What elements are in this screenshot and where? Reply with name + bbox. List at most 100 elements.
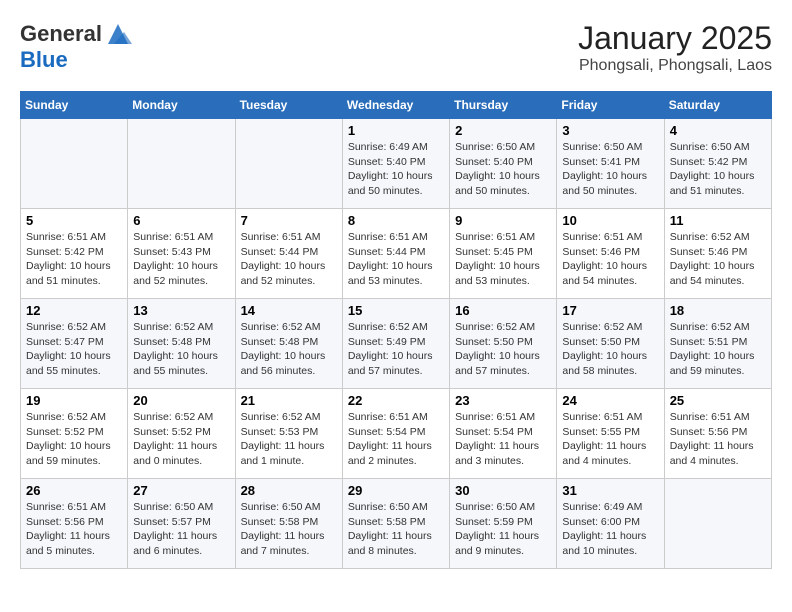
day-number: 7 (241, 213, 337, 228)
day-number: 14 (241, 303, 337, 318)
page-header: General Blue January 2025 Phongsali, Pho… (20, 20, 772, 75)
day-number: 30 (455, 483, 551, 498)
calendar-cell: 19 Sunrise: 6:52 AM Sunset: 5:52 PM Dayli… (21, 389, 128, 479)
day-info: Sunrise: 6:51 AM Sunset: 5:54 PM Dayligh… (455, 410, 551, 469)
calendar-cell: 4 Sunrise: 6:50 AM Sunset: 5:42 PM Daylig… (664, 119, 771, 209)
day-info: Sunrise: 6:50 AM Sunset: 5:40 PM Dayligh… (455, 140, 551, 199)
weekday-header-friday: Friday (557, 92, 664, 119)
weekday-header-sunday: Sunday (21, 92, 128, 119)
weekday-header-thursday: Thursday (450, 92, 557, 119)
title-block: January 2025 Phongsali, Phongsali, Laos (578, 20, 772, 75)
day-info: Sunrise: 6:52 AM Sunset: 5:50 PM Dayligh… (562, 320, 658, 379)
day-number: 24 (562, 393, 658, 408)
day-info: Sunrise: 6:51 AM Sunset: 5:56 PM Dayligh… (670, 410, 766, 469)
calendar-cell: 31 Sunrise: 6:49 AM Sunset: 6:00 PM Dayli… (557, 479, 664, 569)
day-info: Sunrise: 6:52 AM Sunset: 5:47 PM Dayligh… (26, 320, 122, 379)
day-number: 12 (26, 303, 122, 318)
logo-icon (104, 20, 132, 48)
calendar-cell: 15 Sunrise: 6:52 AM Sunset: 5:49 PM Dayli… (342, 299, 449, 389)
day-number: 19 (26, 393, 122, 408)
day-number: 4 (670, 123, 766, 138)
location-subtitle: Phongsali, Phongsali, Laos (578, 57, 772, 75)
day-number: 6 (133, 213, 229, 228)
calendar-cell (664, 479, 771, 569)
day-number: 18 (670, 303, 766, 318)
logo-general: General (20, 22, 102, 46)
calendar-cell: 17Sunrise: 6:52 AM Sunset: 5:50 PM Dayli… (557, 299, 664, 389)
day-number: 25 (670, 393, 766, 408)
day-number: 26 (26, 483, 122, 498)
day-number: 21 (241, 393, 337, 408)
day-number: 11 (670, 213, 766, 228)
calendar-cell: 30 Sunrise: 6:50 AM Sunset: 5:59 PM Dayli… (450, 479, 557, 569)
day-number: 22 (348, 393, 444, 408)
week-row-2: 5Sunrise: 6:51 AM Sunset: 5:42 PM Daylig… (21, 209, 772, 299)
calendar-cell: 27Sunrise: 6:50 AM Sunset: 5:57 PM Dayli… (128, 479, 235, 569)
calendar-cell: 23 Sunrise: 6:51 AM Sunset: 5:54 PM Dayli… (450, 389, 557, 479)
week-row-4: 19 Sunrise: 6:52 AM Sunset: 5:52 PM Dayli… (21, 389, 772, 479)
calendar-cell: 12 Sunrise: 6:52 AM Sunset: 5:47 PM Dayli… (21, 299, 128, 389)
day-info: Sunrise: 6:52 AM Sunset: 5:50 PM Dayligh… (455, 320, 551, 379)
day-info: Sunrise: 6:51 AM Sunset: 5:54 PM Dayligh… (348, 410, 444, 469)
day-info: Sunrise: 6:52 AM Sunset: 5:48 PM Dayligh… (133, 320, 229, 379)
calendar-cell: 2 Sunrise: 6:50 AM Sunset: 5:40 PM Daylig… (450, 119, 557, 209)
day-number: 5 (26, 213, 122, 228)
header-row: SundayMondayTuesdayWednesdayThursdayFrid… (21, 92, 772, 119)
calendar-cell: 8 Sunrise: 6:51 AM Sunset: 5:44 PM Daylig… (342, 209, 449, 299)
day-number: 2 (455, 123, 551, 138)
calendar-cell: 14 Sunrise: 6:52 AM Sunset: 5:48 PM Dayli… (235, 299, 342, 389)
calendar-cell: 10 Sunrise: 6:51 AM Sunset: 5:46 PM Dayli… (557, 209, 664, 299)
day-number: 16 (455, 303, 551, 318)
weekday-header-monday: Monday (128, 92, 235, 119)
calendar-cell: 28 Sunrise: 6:50 AM Sunset: 5:58 PM Dayli… (235, 479, 342, 569)
calendar-cell: 22 Sunrise: 6:51 AM Sunset: 5:54 PM Dayli… (342, 389, 449, 479)
day-number: 3 (562, 123, 658, 138)
day-info: Sunrise: 6:52 AM Sunset: 5:53 PM Dayligh… (241, 410, 337, 469)
calendar-cell (235, 119, 342, 209)
day-number: 9 (455, 213, 551, 228)
day-number: 23 (455, 393, 551, 408)
calendar-cell: 18 Sunrise: 6:52 AM Sunset: 5:51 PM Dayli… (664, 299, 771, 389)
calendar-cell: 25 Sunrise: 6:51 AM Sunset: 5:56 PM Dayli… (664, 389, 771, 479)
day-number: 15 (348, 303, 444, 318)
day-info: Sunrise: 6:50 AM Sunset: 5:42 PM Dayligh… (670, 140, 766, 199)
weekday-header-saturday: Saturday (664, 92, 771, 119)
day-info: Sunrise: 6:50 AM Sunset: 5:57 PM Dayligh… (133, 500, 229, 559)
day-info: Sunrise: 6:50 AM Sunset: 5:59 PM Dayligh… (455, 500, 551, 559)
calendar-cell (128, 119, 235, 209)
week-row-3: 12 Sunrise: 6:52 AM Sunset: 5:47 PM Dayli… (21, 299, 772, 389)
day-info: Sunrise: 6:49 AM Sunset: 6:00 PM Dayligh… (562, 500, 658, 559)
month-title: January 2025 (578, 20, 772, 57)
day-info: Sunrise: 6:51 AM Sunset: 5:55 PM Dayligh… (562, 410, 658, 469)
calendar-cell: 5Sunrise: 6:51 AM Sunset: 5:42 PM Daylig… (21, 209, 128, 299)
calendar-cell: 6 Sunrise: 6:51 AM Sunset: 5:43 PM Daylig… (128, 209, 235, 299)
calendar-cell: 11 Sunrise: 6:52 AM Sunset: 5:46 PM Dayli… (664, 209, 771, 299)
day-info: Sunrise: 6:52 AM Sunset: 5:52 PM Dayligh… (26, 410, 122, 469)
day-info: Sunrise: 6:52 AM Sunset: 5:48 PM Dayligh… (241, 320, 337, 379)
day-info: Sunrise: 6:52 AM Sunset: 5:51 PM Dayligh… (670, 320, 766, 379)
day-info: Sunrise: 6:50 AM Sunset: 5:58 PM Dayligh… (241, 500, 337, 559)
day-info: Sunrise: 6:52 AM Sunset: 5:49 PM Dayligh… (348, 320, 444, 379)
week-row-5: 26Sunrise: 6:51 AM Sunset: 5:56 PM Dayli… (21, 479, 772, 569)
day-info: Sunrise: 6:50 AM Sunset: 5:41 PM Dayligh… (562, 140, 658, 199)
calendar-cell: 3 Sunrise: 6:50 AM Sunset: 5:41 PM Daylig… (557, 119, 664, 209)
calendar-cell: 7 Sunrise: 6:51 AM Sunset: 5:44 PM Daylig… (235, 209, 342, 299)
day-number: 1 (348, 123, 444, 138)
day-number: 28 (241, 483, 337, 498)
day-info: Sunrise: 6:52 AM Sunset: 5:52 PM Dayligh… (133, 410, 229, 469)
day-info: Sunrise: 6:51 AM Sunset: 5:46 PM Dayligh… (562, 230, 658, 289)
day-info: Sunrise: 6:52 AM Sunset: 5:46 PM Dayligh… (670, 230, 766, 289)
day-info: Sunrise: 6:51 AM Sunset: 5:44 PM Dayligh… (348, 230, 444, 289)
day-number: 8 (348, 213, 444, 228)
day-info: Sunrise: 6:51 AM Sunset: 5:45 PM Dayligh… (455, 230, 551, 289)
day-info: Sunrise: 6:51 AM Sunset: 5:44 PM Dayligh… (241, 230, 337, 289)
weekday-header-tuesday: Tuesday (235, 92, 342, 119)
calendar-cell: 24 Sunrise: 6:51 AM Sunset: 5:55 PM Dayli… (557, 389, 664, 479)
calendar-cell: 16 Sunrise: 6:52 AM Sunset: 5:50 PM Dayli… (450, 299, 557, 389)
logo: General Blue (20, 20, 132, 72)
day-number: 31 (562, 483, 658, 498)
calendar-cell (21, 119, 128, 209)
day-info: Sunrise: 6:51 AM Sunset: 5:43 PM Dayligh… (133, 230, 229, 289)
week-row-1: 1Sunrise: 6:49 AM Sunset: 5:40 PM Daylig… (21, 119, 772, 209)
day-number: 10 (562, 213, 658, 228)
